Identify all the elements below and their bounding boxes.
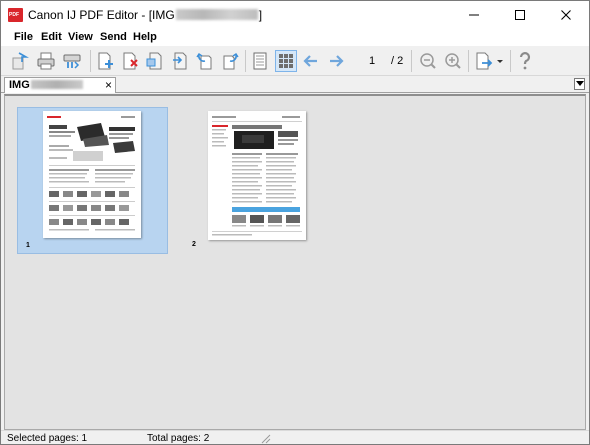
delete-page-icon [123,52,138,70]
next-page-button[interactable] [325,50,347,72]
page-2-preview [212,116,302,236]
insert-page-icon [173,52,187,70]
menu-edit[interactable]: Edit [41,31,62,43]
previous-page-icon [303,55,317,67]
rotate-right-button[interactable] [219,50,241,72]
open-button[interactable] [9,50,31,72]
toolbar-separator [411,50,412,72]
zoom-in-button[interactable] [442,50,464,72]
resize-grip-icon[interactable] [259,432,271,444]
extract-page-icon [146,52,162,70]
rotate-left-icon [196,53,212,70]
document-tab[interactable]: IMG × [4,77,116,93]
page-thumbnail-1[interactable]: 1 [17,107,168,254]
previous-page-button[interactable] [300,50,322,72]
page-1-image [43,111,141,238]
single-page-view-button[interactable] [249,50,271,72]
chevron-down-icon [575,81,584,86]
insert-page-button[interactable] [169,50,191,72]
single-page-view-icon [253,52,267,70]
add-page-icon [98,52,113,70]
print-button[interactable] [35,50,57,72]
toolbar-separator [468,50,469,72]
minimize-button[interactable] [451,1,497,29]
maximize-icon [515,10,525,20]
redacted-filename [175,9,258,20]
page-number-label: 2 [192,241,196,248]
menu-view[interactable]: View [68,31,93,43]
page-2-image [208,111,306,240]
close-button[interactable] [543,1,589,29]
open-document-icon [12,52,30,70]
thumbnail-view-icon [279,54,293,68]
title-bar[interactable]: Canon IJ PDF Editor - [IMG] [1,1,589,29]
extract-page-button[interactable] [144,50,166,72]
export-button[interactable] [473,50,505,72]
zoom-out-icon [420,53,436,69]
scan-button[interactable] [61,50,83,72]
total-pages-status: Total pages: 2 [147,433,210,444]
next-page-icon [330,55,344,67]
help-button[interactable] [514,50,536,72]
tab-list-dropdown[interactable] [574,78,585,90]
redacted-tab-filename [30,80,83,89]
app-window: Canon IJ PDF Editor - [IMG] File Edit Vi… [0,0,590,445]
pdf-app-icon [8,8,23,22]
add-page-button[interactable] [95,50,117,72]
page-thumbnail-2[interactable]: 2 [183,107,334,254]
thumbnail-view-button[interactable] [275,50,297,72]
rotate-left-button[interactable] [194,50,216,72]
current-page-input[interactable]: 1 [361,55,383,67]
toolbar-separator [245,50,246,72]
export-icon [476,52,503,70]
menu-help[interactable]: Help [133,31,157,43]
document-tab-label: IMG [9,79,30,91]
tab-close-icon[interactable]: × [105,78,112,92]
scan-icon [63,54,81,69]
thumbnail-area[interactable]: 1 2 [4,94,586,430]
menu-send[interactable]: Send [100,31,127,43]
close-icon [561,10,571,20]
print-icon [37,52,55,70]
toolbar-separator [510,50,511,72]
delete-page-button[interactable] [120,50,142,72]
selected-pages-status: Selected pages: 1 [7,433,88,444]
page-number-label: 1 [26,242,30,249]
page-1-preview [47,116,135,231]
toolbar: 1 / 2 [1,46,589,76]
menu-bar: File Edit View Send Help [1,29,589,46]
total-pages-label: / 2 [391,55,404,67]
minimize-icon [469,14,479,16]
zoom-in-icon [445,53,461,69]
window-title-suffix: ] [258,8,263,22]
help-icon [519,52,531,70]
status-bar: Selected pages: 1 Total pages: 2 [1,430,589,444]
rotate-right-icon [223,53,239,70]
toolbar-separator [90,50,91,72]
menu-file[interactable]: File [14,31,33,43]
document-tab-bar: IMG × [1,76,589,93]
maximize-button[interactable] [497,1,543,29]
zoom-out-button[interactable] [417,50,439,72]
window-title-prefix: Canon IJ PDF Editor - [IMG [28,8,175,22]
window-title: Canon IJ PDF Editor - [IMG] [28,8,262,22]
